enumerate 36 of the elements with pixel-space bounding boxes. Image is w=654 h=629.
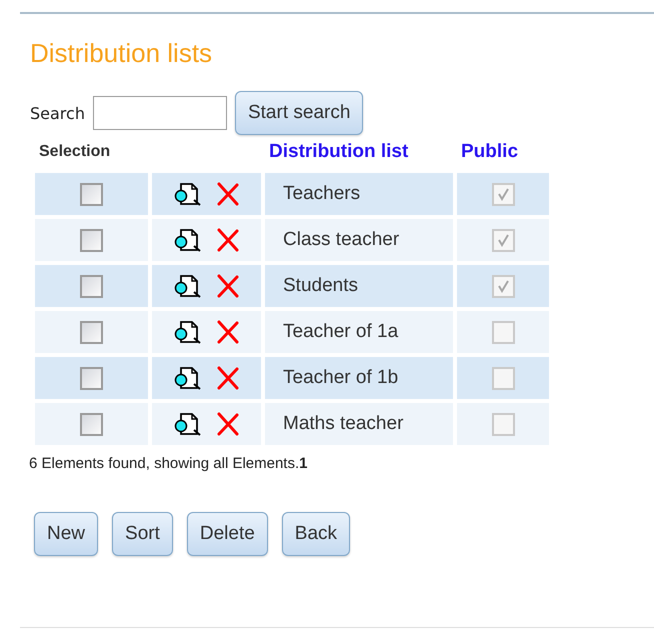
results-summary: 6 Elements found, showing all Elements.1	[29, 455, 308, 472]
delete-x-icon[interactable]	[216, 320, 240, 344]
delete-x-icon[interactable]	[216, 366, 240, 390]
magnifier-document-icon[interactable]	[174, 412, 202, 436]
delete-x-icon[interactable]	[216, 274, 240, 298]
selection-checkbox[interactable]	[80, 182, 103, 206]
search-field[interactable]	[92, 96, 227, 130]
selection-checkbox[interactable]	[80, 274, 103, 298]
action-button[interactable]: Back	[282, 512, 350, 556]
search-label: Search	[30, 104, 85, 122]
list-name: Students	[282, 275, 359, 297]
selection-checkbox[interactable]	[80, 228, 103, 252]
list-name: Teachers	[282, 183, 362, 205]
action-button[interactable]: Delete	[186, 512, 268, 556]
page-title: Distribution lists	[30, 38, 214, 69]
magnifier-document-icon[interactable]	[174, 366, 202, 390]
list-name: Class teacher	[282, 229, 400, 251]
selection-checkbox[interactable]	[80, 366, 103, 390]
list-name: Teacher of 1b	[282, 367, 400, 389]
selection-checkbox[interactable]	[80, 412, 103, 436]
delete-x-icon[interactable]	[216, 412, 240, 436]
column-header: Selection	[39, 143, 110, 160]
delete-x-icon[interactable]	[216, 182, 240, 206]
column-header-link[interactable]: Distribution list	[269, 141, 408, 162]
list-name: Teacher of 1a	[282, 321, 400, 343]
list-name: Maths teacher	[282, 413, 404, 435]
delete-x-icon[interactable]	[216, 228, 240, 252]
selection-checkbox[interactable]	[80, 320, 103, 344]
magnifier-document-icon[interactable]	[174, 320, 202, 344]
magnifier-document-icon[interactable]	[174, 182, 202, 206]
start-search-button[interactable]: Start search	[234, 91, 364, 135]
action-button[interactable]: Sort	[112, 512, 173, 556]
magnifier-document-icon[interactable]	[174, 274, 202, 298]
column-header-link[interactable]: Public	[461, 141, 518, 162]
action-button[interactable]: New	[34, 512, 98, 556]
magnifier-document-icon[interactable]	[174, 228, 202, 252]
